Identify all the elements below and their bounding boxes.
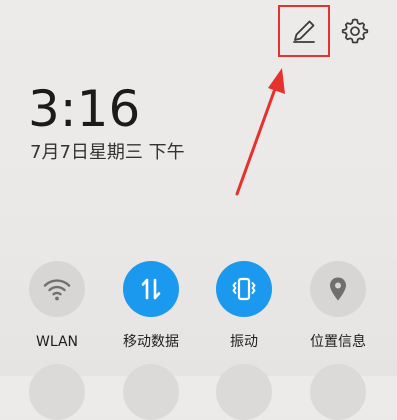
tile-location-label: 位置信息 — [310, 334, 366, 350]
tile-vibrate-toggle[interactable] — [216, 261, 272, 317]
tile-row2-3[interactable] — [216, 364, 272, 420]
pencil-icon — [293, 20, 315, 43]
tile-mobile-data-label: 移动数据 — [123, 334, 179, 350]
tile-wlan-label: WLAN — [35, 334, 78, 350]
wifi-icon — [43, 279, 71, 301]
tile-row2-4[interactable] — [310, 364, 366, 420]
quick-settings-panel: 3:16 7月7日星期三 下午 WLAN 移动数据 振动 位置信息 — [0, 0, 397, 420]
annotation-arrow — [235, 68, 285, 196]
gear-icon — [341, 18, 369, 44]
tile-row2-1[interactable] — [29, 364, 85, 420]
settings-button[interactable] — [339, 15, 371, 47]
tile-vibrate-label: 振动 — [230, 334, 258, 350]
clock-time: 3:16 — [28, 80, 141, 138]
mobile-data-icon — [141, 278, 161, 300]
clock-date: 7月7日星期三 下午 — [30, 142, 185, 163]
tile-row2-2[interactable] — [123, 364, 179, 420]
tile-vibrate[interactable]: 振动 — [199, 261, 289, 351]
vibrate-icon — [232, 277, 256, 301]
location-icon — [330, 277, 346, 301]
tile-location[interactable]: 位置信息 — [293, 261, 383, 351]
tile-wlan-toggle[interactable] — [29, 261, 85, 317]
tile-location-toggle[interactable] — [310, 261, 366, 317]
edit-button[interactable] — [278, 5, 330, 57]
tile-mobile-data[interactable]: 移动数据 — [106, 261, 196, 351]
tile-wlan[interactable]: WLAN — [12, 261, 102, 351]
tile-mobile-data-toggle[interactable] — [123, 261, 179, 317]
